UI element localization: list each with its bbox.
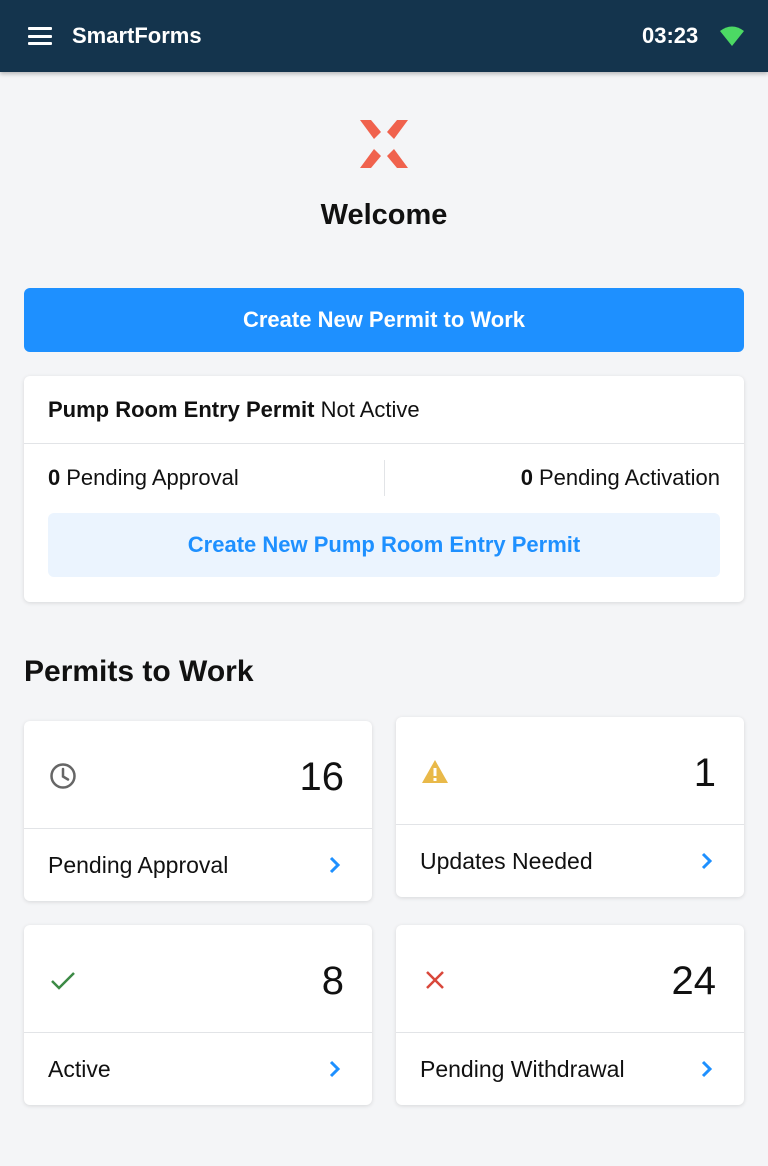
chevron-right-icon[interactable] [328,855,342,875]
stat-card-updates-needed[interactable]: 1 Updates Needed [396,717,744,897]
section-title: Permits to Work [24,655,254,688]
pump-room-status: Not Active [320,397,420,422]
status-time: 03:23 [642,23,699,48]
stat-count: 24 [671,959,717,1003]
smartforms-logo-icon [360,120,408,168]
pending-activation-summary: 0 Pending Activation [521,465,720,491]
chevron-right-icon[interactable] [700,851,714,871]
pump-room-title: Pump Room Entry Permit [48,397,315,422]
create-permit-button[interactable]: Create New Permit to Work [24,288,744,352]
chevron-right-icon[interactable] [328,1059,342,1079]
stat-card-active[interactable]: 8 Active [24,925,372,1105]
stat-label: Pending Approval [48,852,229,878]
create-pump-room-permit-button[interactable]: Create New Pump Room Entry Permit [48,513,720,577]
pending-approval-summary: 0 Pending Approval [48,465,239,491]
stat-label: Active [48,1056,111,1082]
stat-count: 16 [299,755,345,799]
pending-activation-count: 0 [520,465,533,490]
check-icon [51,972,75,990]
pump-room-card-header: Pump Room Entry Permit Not Active [24,376,744,444]
pending-activation-label: Pending Activation [538,465,720,490]
stat-count: 1 [693,751,716,795]
chevron-right-icon[interactable] [700,1059,714,1079]
pump-room-counts: 0 Pending Approval 0 Pending Activation [24,444,744,512]
pending-approval-count: 0 [48,465,61,490]
hamburger-menu-icon[interactable] [28,27,52,45]
stat-count: 8 [321,959,344,1003]
stat-card-pending-withdrawal[interactable]: 24 Pending Withdrawal [396,925,744,1105]
app-title: SmartForms [72,23,202,48]
stat-card-pending-approval[interactable]: 16 Pending Approval [24,721,372,901]
warning-icon [422,760,448,783]
close-icon [426,971,444,989]
wifi-icon [720,26,744,46]
stat-label: Pending Withdrawal [420,1056,625,1082]
divider [384,460,385,496]
stat-label: Updates Needed [420,848,593,874]
clock-icon [50,763,76,789]
top-app-bar: SmartForms 03:23 [0,0,768,72]
pump-room-permit-card: Pump Room Entry Permit Not Active 0 Pendi… [24,376,744,602]
pending-approval-label: Pending Approval [66,465,239,490]
welcome-heading: Welcome [320,199,448,231]
